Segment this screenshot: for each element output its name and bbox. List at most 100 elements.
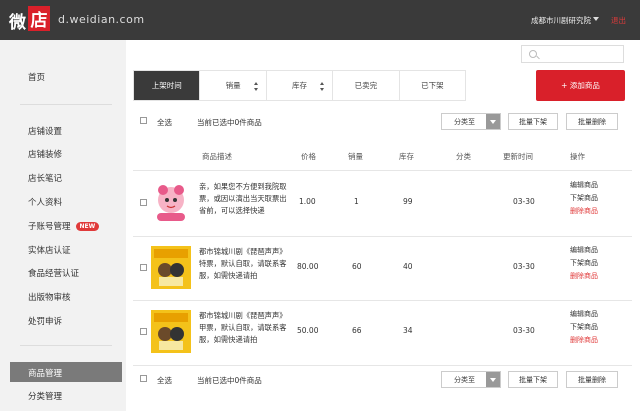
tab-delisted[interactable]: 已下架 (400, 71, 465, 100)
divider (133, 236, 632, 237)
divider (133, 170, 632, 171)
sidebar-item-profile[interactable]: 个人资料 (28, 196, 62, 208)
row-actions: 编辑商品 下架商品 删除商品 (570, 244, 598, 283)
logout-link[interactable]: 退出 (611, 15, 626, 26)
tab-sales[interactable]: 销量 (200, 71, 267, 100)
site-domain: d.weidian.com (58, 13, 145, 26)
table-row: 都市锦城川剧《琵琶声声》甲票，默认自取，请联系客服，如需快递请拍 50.00 6… (126, 302, 640, 364)
search-input[interactable] (521, 45, 624, 63)
edit-product-link[interactable]: 编辑商品 (570, 179, 598, 192)
table-header: 商品描述 价格 销量 库存 分类 更新时间 操作 (126, 143, 640, 168)
sidebar-item-label: 子账号管理 (28, 222, 71, 232)
sidebar-item-home[interactable]: 首页 (28, 71, 45, 83)
bulk-delete-button[interactable]: 批量删除 (566, 113, 618, 130)
col-stock: 库存 (399, 152, 414, 161)
sort-icon (320, 82, 325, 91)
sidebar: 首页 店铺设置 店铺装修 店长笔记 个人资料 子账号管理 NEW 实体店认证 食品… (0, 40, 126, 411)
bulk-unlist-button[interactable]: 批量下架 (508, 371, 558, 388)
category-select[interactable]: 分类至 (441, 371, 501, 388)
select-all-label: 全选 (157, 376, 172, 385)
select-all-checkbox[interactable] (140, 375, 147, 382)
tab-listing-time[interactable]: 上架时间 (134, 71, 201, 100)
delete-product-link[interactable]: 删除商品 (570, 205, 598, 218)
tab-stock[interactable]: 库存 (267, 71, 334, 100)
col-description: 商品描述 (202, 152, 232, 161)
product-stock: 99 (403, 197, 413, 206)
product-thumbnail[interactable] (151, 181, 191, 224)
sort-tabs: 上架时间 销量 库存 已卖完 已下架 (133, 70, 466, 101)
row-actions: 编辑商品 下架商品 删除商品 (570, 179, 598, 218)
row-actions: 编辑商品 下架商品 删除商品 (570, 308, 598, 347)
delete-product-link[interactable]: 删除商品 (570, 270, 598, 283)
top-bar: 微 店 d.weidian.com 成都市川剧研究院 退出 (0, 0, 640, 40)
sidebar-item-publication-review[interactable]: 出版物审核 (28, 291, 71, 303)
product-updated: 03-30 (513, 262, 535, 271)
add-product-button[interactable]: + 添加商品 (536, 70, 625, 101)
row-checkbox[interactable] (140, 328, 147, 335)
sidebar-item-appeals[interactable]: 处罚申诉 (28, 315, 62, 327)
bulk-delete-button[interactable]: 批量删除 (566, 371, 618, 388)
bulk-toolbar-bottom: 全选 当前已选中0件商品 分类至 批量下架 批量删除 (126, 371, 640, 391)
delete-product-link[interactable]: 删除商品 (570, 334, 598, 347)
sidebar-item-food-auth[interactable]: 食品经营认证 (28, 267, 79, 279)
search-icon[interactable] (529, 50, 537, 58)
tab-sold-out[interactable]: 已卖完 (333, 71, 400, 100)
edit-product-link[interactable]: 编辑商品 (570, 308, 598, 321)
table-row: 都市锦城川剧《琵琶声声》特票，默认自取，请联系客服，如需快递请拍 80.00 6… (126, 238, 640, 300)
sort-icon (253, 82, 259, 91)
product-sales: 66 (352, 326, 362, 335)
product-price: 80.00 (297, 262, 319, 271)
shop-name-dropdown[interactable]: 成都市川剧研究院 (531, 15, 591, 26)
sidebar-item-owner-notes[interactable]: 店长笔记 (28, 172, 62, 184)
product-updated: 03-30 (513, 197, 535, 206)
divider (133, 300, 632, 301)
new-badge: NEW (75, 222, 100, 231)
product-description[interactable]: 亲，如果您不方便到我院取票，或因以演出当天取票出省前，可以选择快递 (199, 181, 287, 229)
sidebar-item-products[interactable]: 商品管理 (28, 367, 62, 379)
sidebar-item-sub-accounts[interactable]: 子账号管理 NEW (28, 220, 100, 232)
col-price: 价格 (301, 152, 316, 161)
row-checkbox[interactable] (140, 199, 147, 206)
col-sales: 销量 (348, 152, 363, 161)
row-checkbox[interactable] (140, 264, 147, 271)
logo-char-left[interactable]: 微 (9, 8, 26, 33)
product-updated: 03-30 (513, 326, 535, 335)
product-sales: 1 (354, 197, 359, 206)
product-stock: 40 (403, 262, 413, 271)
select-all-label: 全选 (157, 118, 172, 127)
product-price: 1.00 (299, 197, 316, 206)
bulk-unlist-button[interactable]: 批量下架 (508, 113, 558, 130)
category-select[interactable]: 分类至 (441, 113, 501, 130)
product-thumbnail[interactable] (151, 246, 191, 289)
logo-char-box[interactable]: 店 (28, 6, 50, 31)
product-thumbnail[interactable] (151, 310, 191, 353)
product-sales: 60 (352, 262, 362, 271)
selected-count: 当前已选中0件商品 (197, 118, 262, 127)
unlist-product-link[interactable]: 下架商品 (570, 192, 598, 205)
chevron-down-icon (486, 114, 500, 129)
sidebar-item-store-auth[interactable]: 实体店认证 (28, 244, 71, 256)
product-description[interactable]: 都市锦城川剧《琵琶声声》特票，默认自取，请联系客服，如需快递请拍 (199, 246, 287, 294)
col-updated: 更新时间 (503, 152, 533, 161)
chevron-down-icon[interactable] (593, 17, 599, 21)
edit-product-link[interactable]: 编辑商品 (570, 244, 598, 257)
bulk-toolbar-top: 全选 当前已选中0件商品 分类至 批量下架 批量删除 (126, 113, 640, 133)
chevron-down-icon (486, 372, 500, 387)
sidebar-item-store-decoration[interactable]: 店铺装修 (28, 148, 62, 160)
sidebar-divider (20, 104, 112, 105)
divider (133, 365, 632, 366)
sidebar-item-products-active-bg (10, 362, 122, 382)
unlist-product-link[interactable]: 下架商品 (570, 257, 598, 270)
select-all-checkbox[interactable] (140, 117, 147, 124)
sidebar-item-categories[interactable]: 分类管理 (28, 390, 62, 402)
product-stock: 34 (403, 326, 413, 335)
selected-count: 当前已选中0件商品 (197, 376, 262, 385)
sidebar-item-store-settings[interactable]: 店铺设置 (28, 125, 62, 137)
main-panel: 上架时间 销量 库存 已卖完 已下架 + 添加商品 全选 当前已选中0件商品 分… (126, 40, 640, 411)
product-price: 50.00 (297, 326, 319, 335)
unlist-product-link[interactable]: 下架商品 (570, 321, 598, 334)
sidebar-divider (20, 345, 112, 346)
table-row: 亲，如果您不方便到我院取票，或因以演出当天取票出省前，可以选择快递 1.00 1… (126, 173, 640, 235)
product-description[interactable]: 都市锦城川剧《琵琶声声》甲票，默认自取，请联系客服，如需快递请拍 (199, 310, 287, 358)
col-actions: 操作 (570, 152, 585, 161)
